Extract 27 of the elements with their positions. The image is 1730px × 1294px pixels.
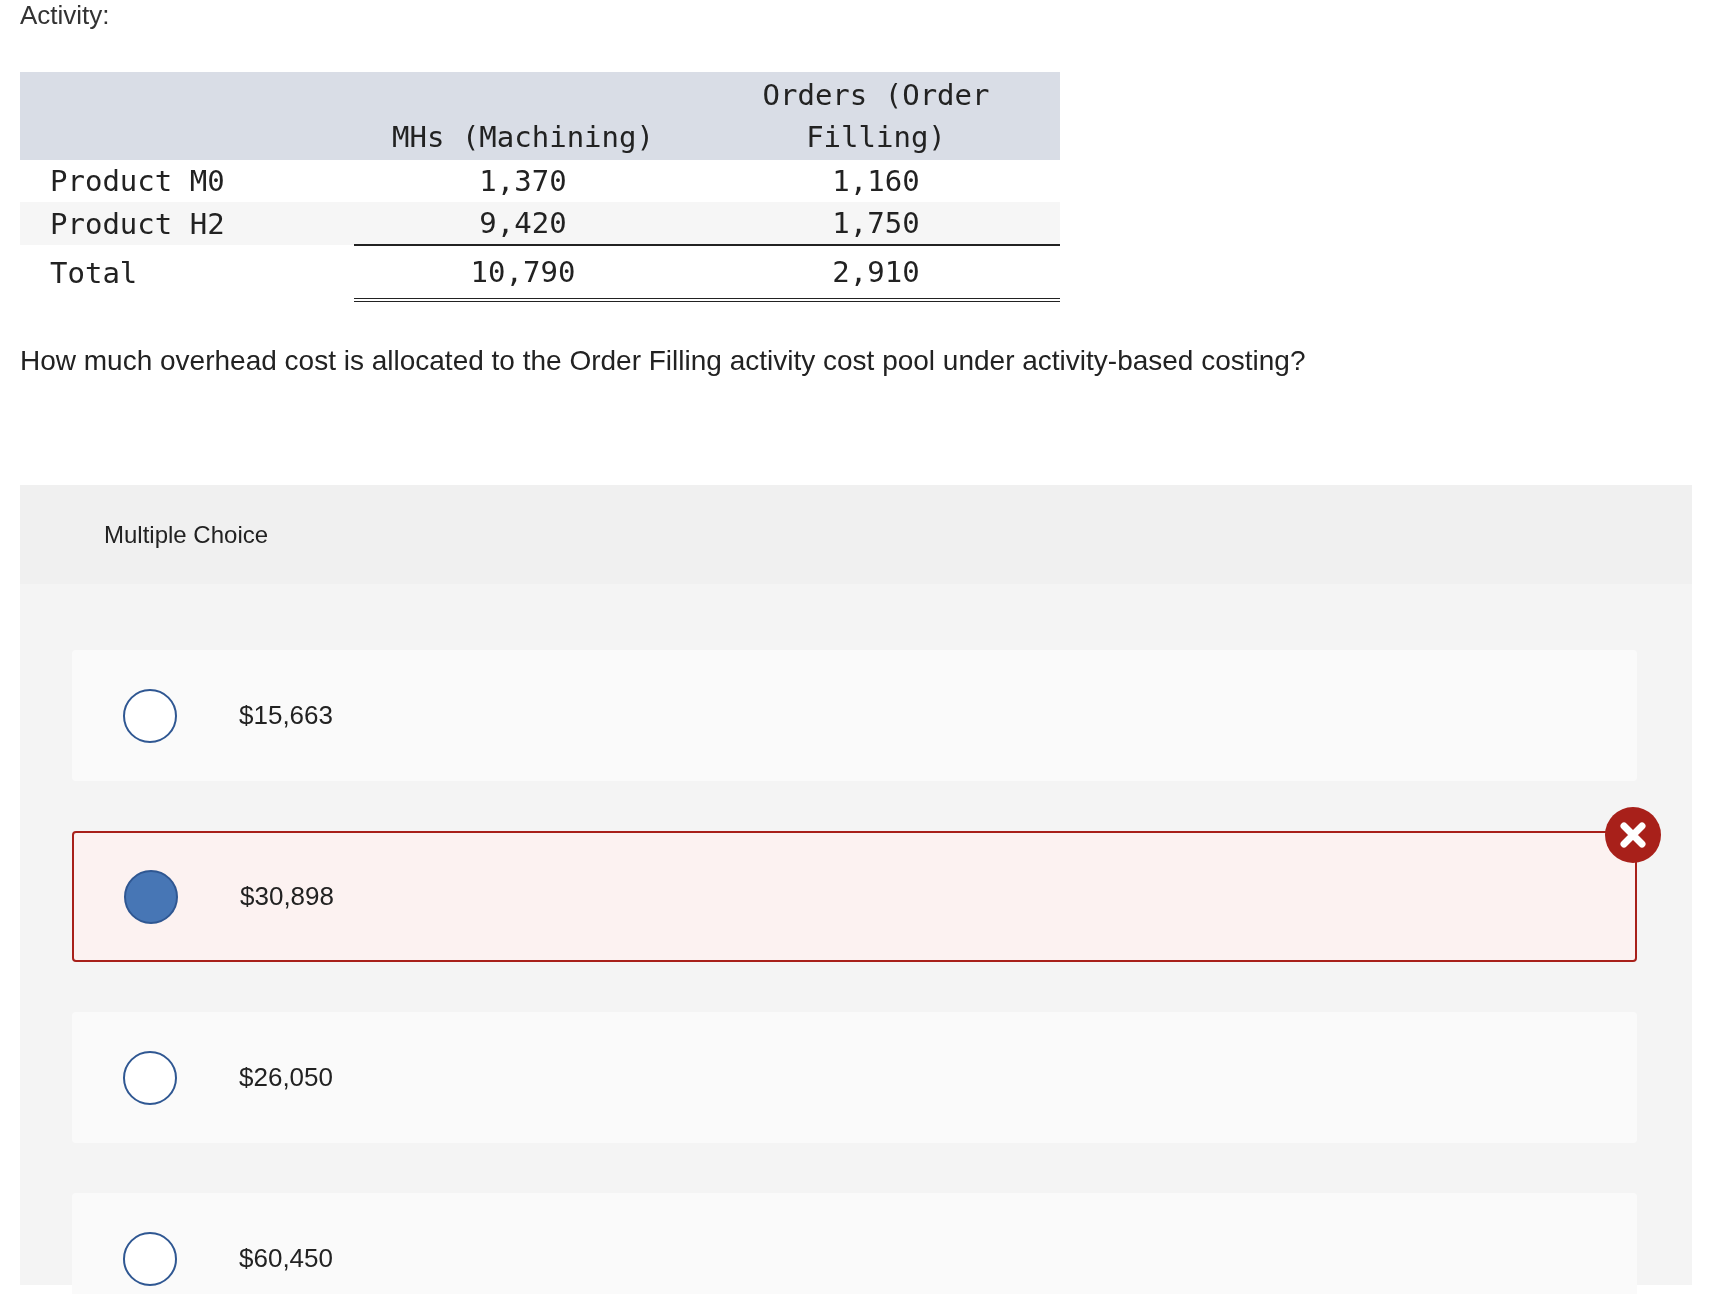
question-text: How much overhead cost is allocated to the Order Filling activity cost pool under activity-based costing? <box>20 344 1307 378</box>
option-label: $26,050 <box>239 1062 333 1093</box>
answer-option[interactable]: $15,663 <box>72 650 1637 781</box>
section-heading: Multiple Choice <box>104 520 269 549</box>
incorrect-icon <box>1605 807 1661 863</box>
row-label: Total <box>20 245 354 300</box>
radio-button[interactable] <box>123 688 177 743</box>
table-cell: 2,910 <box>692 245 1060 300</box>
table-cell: 9,420 <box>354 202 692 245</box>
answer-option[interactable]: $26,050 <box>72 1012 1637 1143</box>
row-label: Product M0 <box>20 160 354 202</box>
option-label: $15,663 <box>239 700 333 731</box>
radio-button[interactable] <box>124 869 178 924</box>
column-header: MHs (Machining) <box>354 72 692 160</box>
radio-button[interactable] <box>123 1231 177 1286</box>
section-label: Activity: <box>20 0 111 30</box>
table-cell: 10,790 <box>354 245 692 300</box>
table-cell: 1,160 <box>692 160 1060 202</box>
row-label: Product H2 <box>20 202 354 245</box>
answer-option[interactable]: $60,450 <box>72 1193 1637 1294</box>
table-cell: 1,370 <box>354 160 692 202</box>
radio-button[interactable] <box>123 1050 177 1105</box>
answer-option[interactable]: $30,898 <box>72 831 1637 962</box>
column-header: Orders (Order Filling) <box>692 72 1060 160</box>
option-label: $30,898 <box>240 881 334 912</box>
option-label: $60,450 <box>239 1243 333 1274</box>
table-cell: 1,750 <box>692 202 1060 245</box>
